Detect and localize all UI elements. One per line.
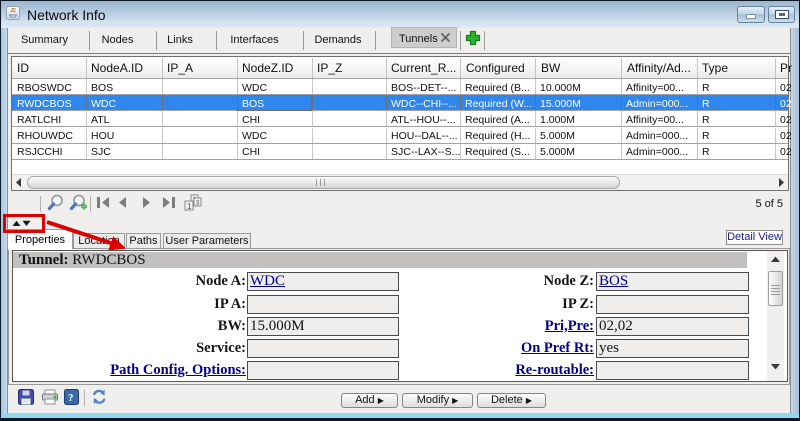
svg-text:?: ? xyxy=(68,392,74,404)
